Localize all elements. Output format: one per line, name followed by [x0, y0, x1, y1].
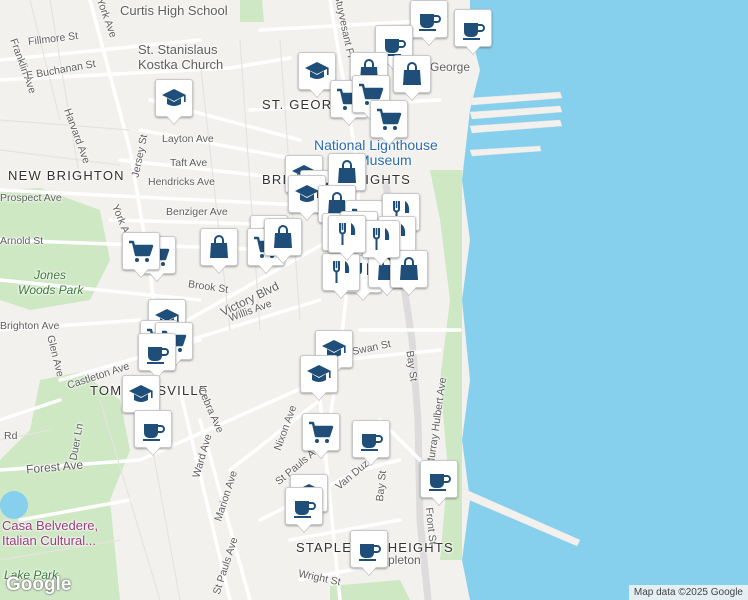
street-label: Rd: [4, 430, 18, 442]
map-canvas[interactable]: Curtis High School St. Stanislaus Kostka…: [0, 0, 748, 600]
map-marker[interactable]: [370, 100, 408, 138]
map-marker[interactable]: [328, 215, 366, 253]
street-label: Benziger Ave: [166, 206, 228, 218]
jones-woods-label-line1[interactable]: Jones: [34, 268, 66, 282]
lighthouse-label-line2[interactable]: Museum: [358, 152, 412, 168]
map-marker[interactable]: [155, 79, 193, 117]
map-attribution[interactable]: Map data ©2025 Google: [628, 585, 748, 600]
church-label-line1[interactable]: St. Stanislaus: [138, 42, 218, 57]
map-marker[interactable]: [285, 487, 323, 525]
map-marker[interactable]: [122, 375, 160, 413]
street-label: Prospect Ave: [0, 192, 62, 204]
map-marker[interactable]: [352, 420, 390, 458]
street-label: Taft Ave: [170, 157, 208, 169]
street-label: Arnold St: [0, 235, 44, 247]
jones-woods-label-line2[interactable]: Woods Park: [18, 283, 83, 297]
lighthouse-label-line1[interactable]: National Lighthouse: [314, 137, 438, 153]
map-marker[interactable]: [300, 355, 338, 393]
map-marker[interactable]: [264, 218, 302, 256]
church-label-line2[interactable]: Kostka Church: [138, 57, 223, 72]
curtis-high-school-label[interactable]: Curtis High School: [120, 3, 228, 18]
map-marker[interactable]: [393, 55, 431, 93]
map-marker[interactable]: [410, 0, 448, 38]
new-brighton-label: NEW BRIGHTON: [8, 168, 125, 183]
street-label: Layton Ave: [162, 133, 214, 145]
map-marker[interactable]: [350, 530, 388, 568]
google-logo[interactable]: Google: [6, 574, 71, 596]
map-marker[interactable]: [138, 333, 176, 371]
map-marker[interactable]: [420, 460, 458, 498]
casa-belvedere-label-line2[interactable]: Italian Cultural...: [2, 533, 96, 548]
map-marker[interactable]: [362, 220, 400, 258]
casa-belvedere-label-line1[interactable]: Casa Belvedere,: [2, 518, 98, 533]
map-marker[interactable]: [122, 232, 160, 270]
map-marker[interactable]: [454, 9, 492, 47]
map-marker[interactable]: [200, 228, 238, 266]
street-label: Hendricks Ave: [148, 176, 215, 188]
map-marker[interactable]: [134, 410, 172, 448]
street-label: Brighton Ave: [0, 320, 60, 332]
map-marker[interactable]: [302, 413, 340, 451]
